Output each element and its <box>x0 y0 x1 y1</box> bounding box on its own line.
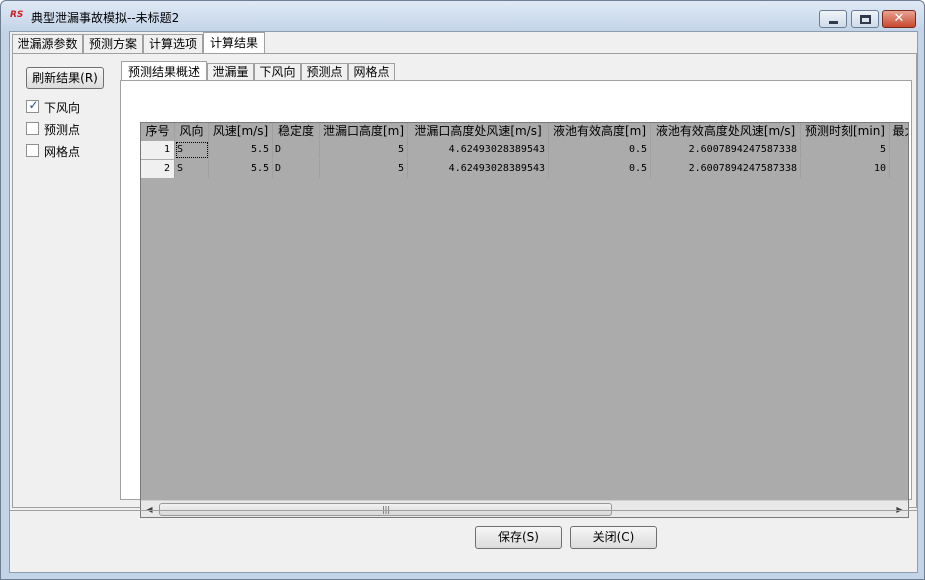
table-cell[interactable]: 5.5 <box>209 141 273 159</box>
tab-summary[interactable]: 预测结果概述 <box>121 61 207 82</box>
table-cell[interactable]: S <box>175 160 209 178</box>
summary-panel: 序号 风向 风速[m/s] 稳定度 泄漏口高度[m] 泄漏口高度处风速[m/s]… <box>120 80 912 518</box>
tab-prediction-point[interactable]: 预测点 <box>301 63 348 81</box>
results-panel: 刷新结果(R) ✓ 下风向 预测点 网格点 预测结果概述 泄漏量 下风向 预测点… <box>12 53 917 518</box>
column-header[interactable]: 液池有效高度[m] <box>549 123 651 141</box>
results-grid[interactable]: 序号 风向 风速[m/s] 稳定度 泄漏口高度[m] 泄漏口高度处风速[m/s]… <box>140 122 909 518</box>
checkbox-label: 网格点 <box>44 145 81 159</box>
column-header[interactable]: 预测时刻[min] <box>801 123 890 141</box>
checkbox-box[interactable]: ✓ <box>26 98 39 113</box>
table-cell[interactable]: 4.62493028389543 <box>408 160 549 178</box>
row-index: 1 <box>141 141 175 159</box>
table-cell[interactable] <box>890 141 908 159</box>
column-header[interactable]: 序号 <box>141 123 175 141</box>
minimize-icon <box>829 21 838 24</box>
tab-calc-options[interactable]: 计算选项 <box>143 34 203 53</box>
table-cell[interactable]: S <box>175 141 209 159</box>
app-logo-icon: RS <box>10 10 24 20</box>
horizontal-scrollbar[interactable]: ◀ ||| ▶ <box>141 500 908 517</box>
tab-downwind[interactable]: 下风向 <box>254 63 301 81</box>
table-cell[interactable]: 5.5 <box>209 160 273 178</box>
column-header[interactable]: 风速[m/s] <box>209 123 273 141</box>
close-button[interactable]: 关闭(C) <box>570 526 657 549</box>
divider <box>10 510 917 511</box>
column-header[interactable]: 最大 <box>890 123 908 141</box>
close-window-button[interactable]: ✕ <box>882 10 916 28</box>
column-header[interactable]: 风向 <box>175 123 209 141</box>
close-icon: ✕ <box>893 11 905 26</box>
column-header[interactable]: 稳定度 <box>273 123 320 141</box>
maximize-button[interactable] <box>851 10 879 28</box>
checkbox-label: 下风向 <box>44 101 81 115</box>
table-cell[interactable]: 0.5 <box>549 160 651 178</box>
checkmark-icon: ✓ <box>28 98 39 112</box>
table-cell[interactable]: 5 <box>320 160 408 178</box>
column-header[interactable]: 泄漏口高度[m] <box>320 123 408 141</box>
title-bar[interactable]: RS 典型泄漏事故模拟--未标题2 ✕ <box>1 1 924 31</box>
app-window: RS 典型泄漏事故模拟--未标题2 ✕ 泄漏源参数 预测方案 计算选项 计算结果… <box>0 0 925 580</box>
client-area: 泄漏源参数 预测方案 计算选项 计算结果 刷新结果(R) ✓ 下风向 预测点 网… <box>9 31 918 573</box>
tab-prediction-plan[interactable]: 预测方案 <box>83 34 143 53</box>
table-cell[interactable]: 5 <box>320 141 408 159</box>
column-header[interactable]: 液池有效高度处风速[m/s] <box>651 123 801 141</box>
table-cell[interactable]: 2.6007894247587338 <box>651 141 801 159</box>
column-header[interactable]: 泄漏口高度处风速[m/s] <box>408 123 549 141</box>
checkbox-box[interactable] <box>26 122 39 135</box>
table-cell[interactable]: 5 <box>801 141 890 159</box>
row-index: 2 <box>141 160 175 178</box>
table-cell[interactable]: 0.5 <box>549 141 651 159</box>
tab-calc-results[interactable]: 计算结果 <box>203 32 265 54</box>
table-cell[interactable]: 10 <box>801 160 890 178</box>
tab-grid-point[interactable]: 网格点 <box>348 63 395 81</box>
tab-leak-source-params[interactable]: 泄漏源参数 <box>12 34 83 53</box>
tab-leak-amount[interactable]: 泄漏量 <box>207 63 254 81</box>
table-cell[interactable]: 2.6007894247587338 <box>651 160 801 178</box>
minimize-button[interactable] <box>819 10 847 28</box>
maximize-icon <box>860 15 871 24</box>
table-cell[interactable]: D <box>273 141 320 159</box>
table-cell[interactable]: 4.62493028389543 <box>408 141 549 159</box>
table-cell[interactable]: D <box>273 160 320 178</box>
window-title: 典型泄漏事故模拟--未标题2 <box>31 11 180 25</box>
checkbox-box[interactable] <box>26 144 39 157</box>
save-button[interactable]: 保存(S) <box>475 526 562 549</box>
checkbox-label: 预测点 <box>44 123 81 137</box>
table-cell[interactable] <box>890 160 908 178</box>
refresh-results-button[interactable]: 刷新结果(R) <box>26 67 104 89</box>
